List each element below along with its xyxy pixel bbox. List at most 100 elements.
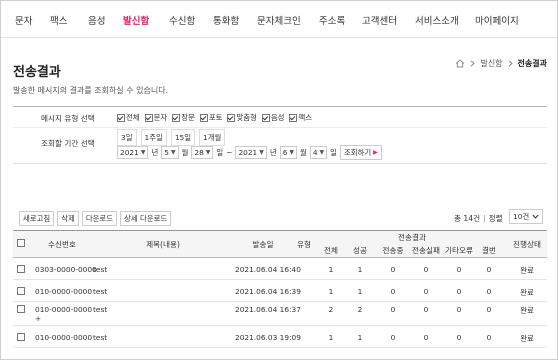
- to-month-select[interactable]: 6 ▼: [279, 146, 298, 159]
- success-cell: 1: [357, 265, 363, 274]
- table-row[interactable]: 010-0000-0000 test 2021.06.04 16:39 1 1 0 0 0 0 완…: [13, 280, 547, 302]
- row-checkbox[interactable]: [17, 287, 25, 297]
- page-size-select[interactable]: 10건: [509, 209, 544, 224]
- chevron-right-icon: [508, 60, 513, 67]
- checkbox[interactable]: [289, 113, 298, 122]
- type-checkbox-sms[interactable]: 문자: [144, 112, 168, 123]
- checkbox[interactable]: [172, 113, 181, 122]
- col-total: 전체: [324, 246, 338, 255]
- nav-item-sms[interactable]: 문자: [15, 13, 32, 27]
- unit-label: 월: [300, 148, 307, 157]
- receiver-extra: +: [35, 314, 42, 323]
- home-icon[interactable]: [455, 59, 465, 68]
- checkbox[interactable]: [17, 287, 25, 295]
- type-checkbox-custom[interactable]: 맞춤형: [227, 112, 257, 123]
- table-row[interactable]: 0303-0000-0000 test 2021.06.04 16:40 1 1 0 0 0 0…: [13, 258, 547, 280]
- checkbox[interactable]: [144, 113, 153, 122]
- nav-item-calls[interactable]: 통화함: [213, 13, 239, 27]
- col-success: 성공: [353, 246, 367, 255]
- table-body: 0303-0000-0000 test 2021.06.04 16:40 1 1 0 0 0 0…: [13, 258, 547, 348]
- select-all-checkbox[interactable]: [17, 239, 25, 249]
- detail-download-button[interactable]: 상세 다운로드: [120, 211, 172, 226]
- to-year-select[interactable]: 2021 ▼: [235, 146, 267, 159]
- total-cell: 1: [328, 265, 334, 274]
- breadcrumb-item-outbox[interactable]: 발신함: [480, 58, 502, 69]
- filter-panel: 메시지 유형 선택 전체 문자 장문 포토 맞춤형 음성 팩스 조회할 기간 선…: [13, 106, 547, 164]
- type-checkbox-voice[interactable]: 음성: [261, 112, 284, 123]
- checkbox[interactable]: [227, 113, 236, 122]
- other-cell: 0: [456, 265, 462, 274]
- breadcrumb-item-current: 전송결과: [517, 59, 547, 68]
- col-type: 유형: [297, 240, 311, 249]
- missed-cell: 0: [486, 305, 492, 314]
- range-separator: ~: [226, 148, 233, 157]
- nav-item-customer-center[interactable]: 고객센터: [362, 13, 397, 27]
- checkbox[interactable]: [17, 265, 25, 273]
- nav-item-mypage[interactable]: 마이페이지: [475, 13, 519, 27]
- refresh-button[interactable]: 새로고침: [19, 211, 55, 226]
- chevron-down-icon: ▼: [289, 149, 295, 156]
- top-nav: 문자 팩스 음성 발신함 수신함 통화함 문자체크인 주소록 고객센터 서비스소…: [1, 1, 557, 38]
- play-icon: ▶: [373, 149, 378, 156]
- checkbox[interactable]: [199, 113, 208, 122]
- period-3days-button[interactable]: 3일: [117, 129, 137, 146]
- to-day-select[interactable]: 4 ▼: [309, 146, 328, 159]
- period-1week-button[interactable]: 1주일: [140, 129, 167, 146]
- checkbox-label: 문자: [153, 113, 168, 122]
- from-year-select[interactable]: 2021 ▼: [117, 146, 149, 159]
- sending-cell: 0: [390, 305, 396, 314]
- type-checkbox-photo[interactable]: 포토: [199, 112, 223, 123]
- title-cell: test: [93, 287, 108, 296]
- other-cell: 0: [456, 287, 462, 296]
- divider: |: [483, 214, 486, 223]
- table-row[interactable]: 010-0000-0000 test 2021.06.03 19:09 1 1 0 0 0 0 완…: [13, 326, 547, 348]
- col-fail: 전송실패: [412, 246, 440, 255]
- filter-row-type: 메시지 유형 선택 전체 문자 장문 포토 맞춤형 음성 팩스: [13, 107, 547, 128]
- select-value: 6: [282, 148, 288, 157]
- type-checkbox-fax[interactable]: 팩스: [289, 112, 312, 123]
- download-button[interactable]: 다운로드: [81, 211, 118, 226]
- date-cell: 2021.06.04 16:37: [235, 305, 301, 314]
- checkbox[interactable]: [261, 113, 270, 122]
- success-cell: 2: [357, 305, 363, 314]
- checkbox[interactable]: [17, 333, 25, 341]
- title-cell: test: [93, 333, 108, 342]
- other-cell: 0: [456, 305, 462, 314]
- row-checkbox[interactable]: [17, 265, 25, 275]
- other-cell: 0: [456, 333, 462, 342]
- checkbox-label: 팩스: [298, 113, 313, 122]
- from-month-select[interactable]: 5 ▼: [161, 146, 179, 159]
- chevron-down-icon: ▼: [140, 149, 146, 156]
- period-15days-button[interactable]: 15일: [170, 129, 196, 146]
- sort-label[interactable]: 정렬: [489, 214, 503, 223]
- delete-button[interactable]: 삭제: [57, 211, 79, 226]
- nav-item-address-book[interactable]: 주소록: [319, 13, 345, 27]
- date-cell: 2021.06.03 19:09: [235, 333, 301, 342]
- from-day-select[interactable]: 28 ▼: [191, 146, 214, 159]
- chevron-right-icon: [470, 60, 476, 67]
- nav-item-sms-checkin[interactable]: 문자체크인: [257, 13, 301, 27]
- nav-item-outbox[interactable]: 발신함: [123, 13, 149, 27]
- row-checkbox[interactable]: [17, 333, 25, 343]
- type-checkbox-lms[interactable]: 장문: [172, 112, 195, 123]
- fail-cell: 0: [423, 265, 429, 274]
- nav-item-service-intro[interactable]: 서비스소개: [415, 13, 459, 27]
- nav-item-fax[interactable]: 팩스: [50, 13, 67, 27]
- chevron-down-icon: ▼: [319, 149, 325, 156]
- nav-item-inbox[interactable]: 수신함: [169, 13, 195, 27]
- checkbox[interactable]: [17, 305, 25, 313]
- checkbox-label: 맞춤형: [236, 113, 257, 122]
- nav-item-voice[interactable]: 음성: [88, 13, 105, 27]
- date-cell: 2021.06.04 16:39: [235, 287, 301, 296]
- breadcrumb: 발신함 전송결과: [455, 58, 547, 69]
- checkbox[interactable]: [117, 113, 125, 122]
- table-row[interactable]: 010-0000-0000 + test 2021.06.04 16:37 2 2 0 0 0 0…: [13, 302, 547, 326]
- period-1month-button[interactable]: 1개월: [199, 129, 226, 146]
- row-checkbox[interactable]: [17, 305, 25, 315]
- col-missed: 결번: [482, 246, 496, 255]
- type-checkbox-all[interactable]: 전체: [117, 112, 140, 123]
- search-button[interactable]: 조회하기 ▶: [339, 145, 382, 160]
- checkbox-label: 포토: [208, 113, 223, 122]
- total-cell: 1: [328, 333, 334, 342]
- checkbox[interactable]: [17, 239, 25, 247]
